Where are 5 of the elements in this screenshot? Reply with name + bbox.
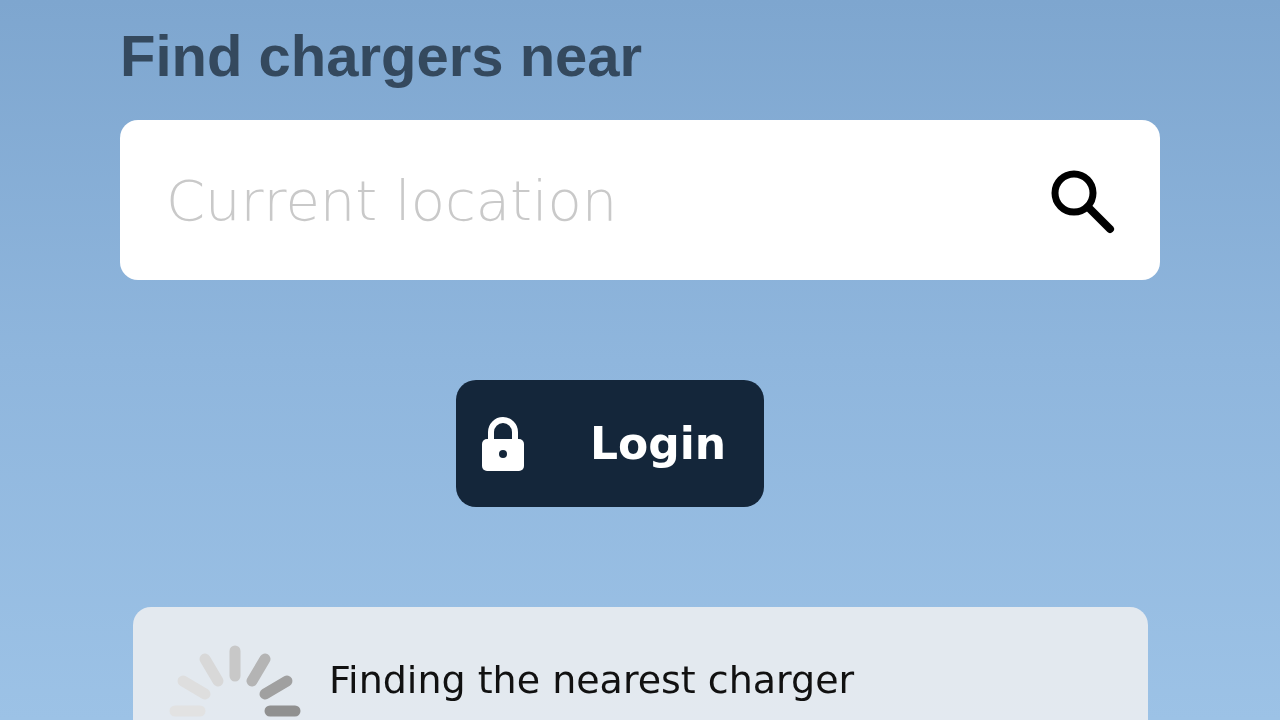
login-button[interactable]: Login (456, 380, 764, 507)
loading-spinner-icon (169, 645, 301, 717)
lock-icon (480, 415, 526, 472)
status-message: Finding the nearest charger (329, 657, 855, 704)
page-heading: Find chargers near (120, 22, 644, 90)
